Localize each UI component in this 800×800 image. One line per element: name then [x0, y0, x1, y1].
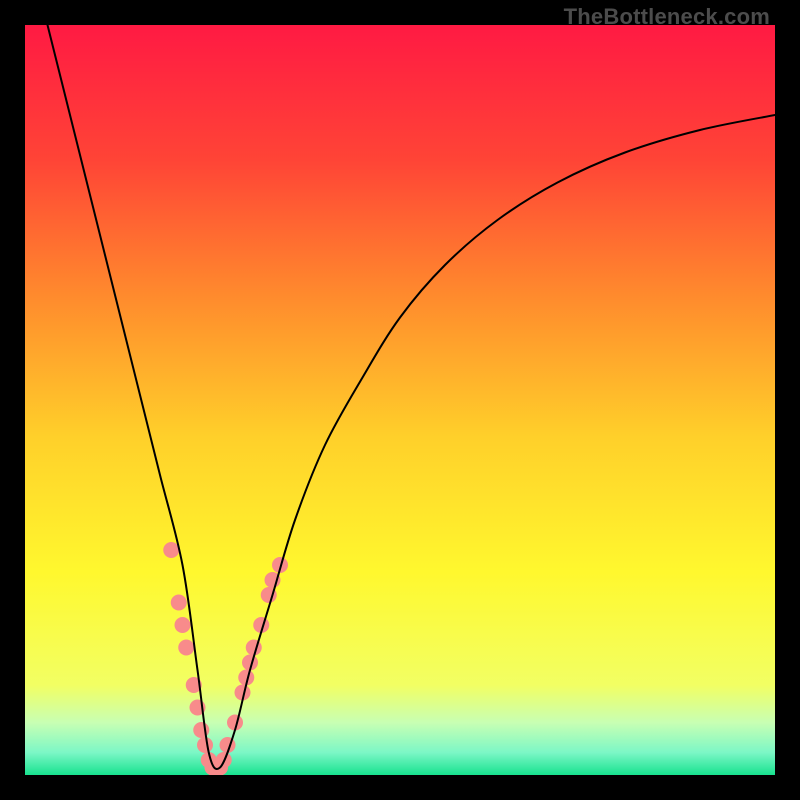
- marker-point: [175, 617, 191, 633]
- plot-area: [25, 25, 775, 775]
- marker-point: [197, 737, 213, 753]
- marker-point: [246, 640, 262, 656]
- bottleneck-curve: [48, 25, 776, 769]
- marker-point: [171, 595, 187, 611]
- chart-stage: TheBottleneck.com: [0, 0, 800, 800]
- marker-point: [178, 640, 194, 656]
- marker-point: [163, 542, 179, 558]
- watermark-text: TheBottleneck.com: [564, 4, 770, 30]
- curve-layer: [25, 25, 775, 775]
- markers-group: [163, 542, 288, 775]
